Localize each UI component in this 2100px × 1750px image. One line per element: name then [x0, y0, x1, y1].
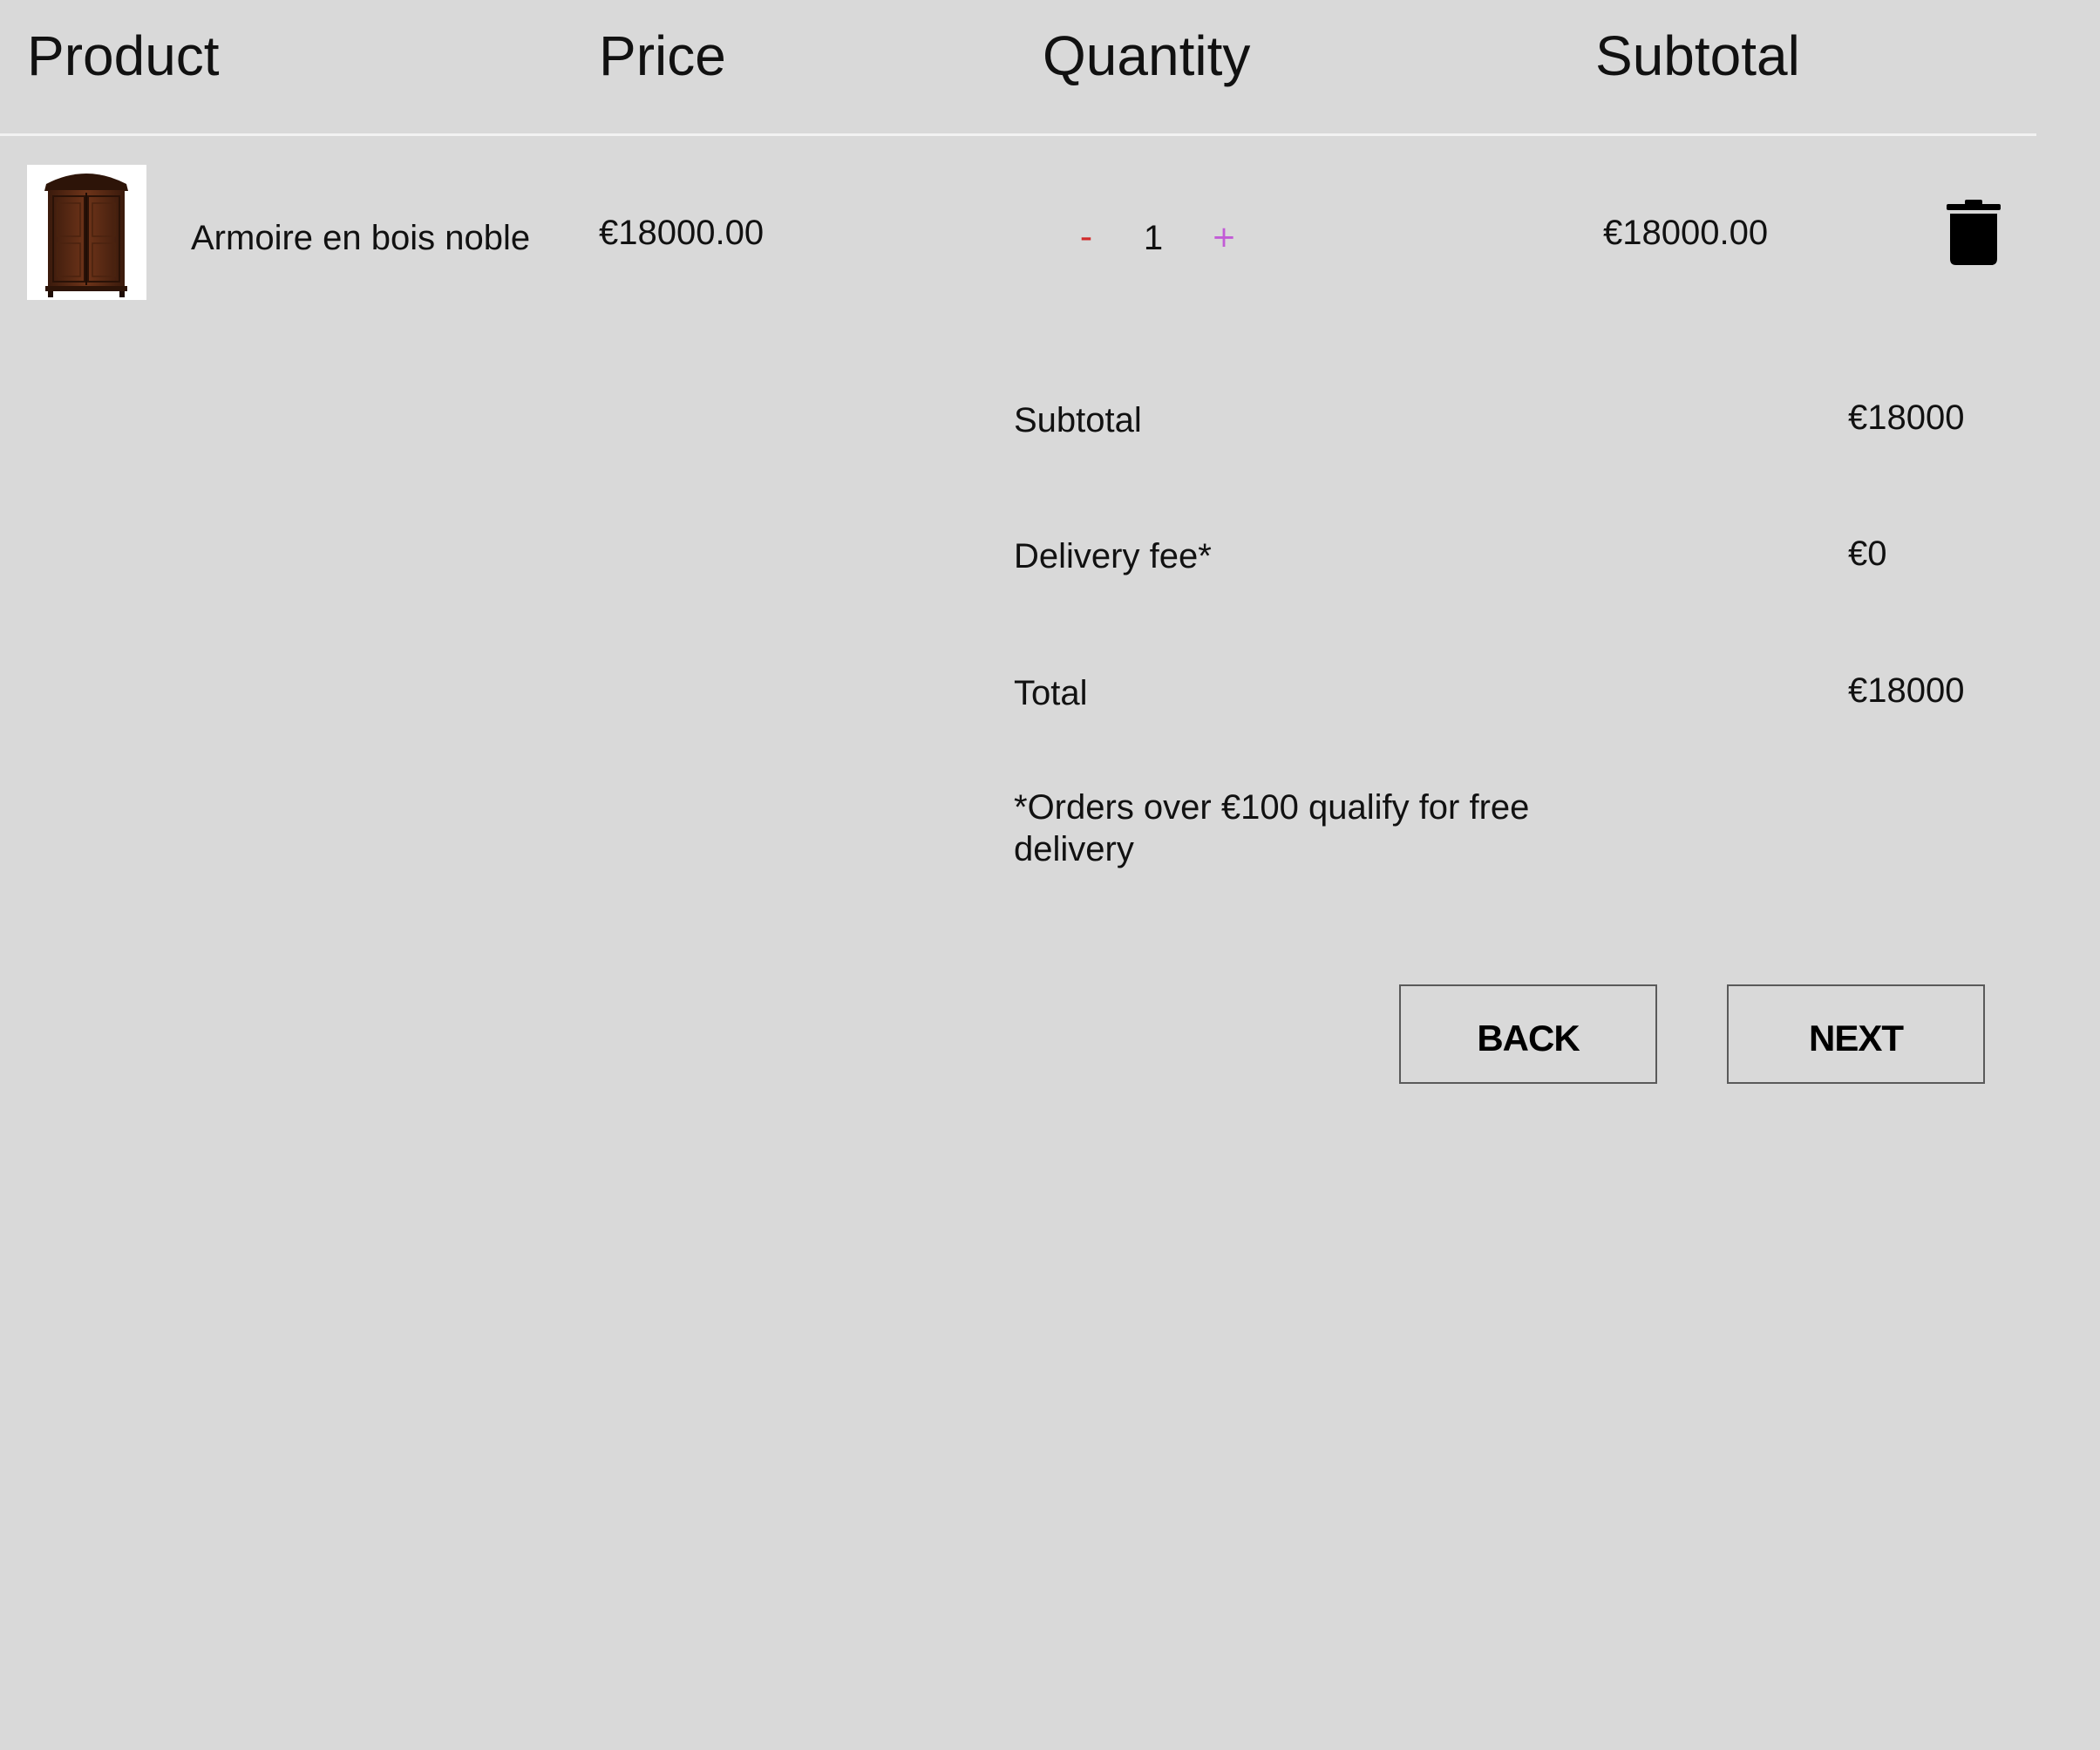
next-button[interactable]: NEXT [1727, 984, 1985, 1084]
decrement-quantity-button[interactable]: - [1065, 211, 1107, 263]
summary-delivery-value: €0 [1848, 535, 1887, 573]
summary-subtotal-value: €18000 [1848, 398, 1965, 437]
increment-quantity-button[interactable]: + [1203, 211, 1245, 263]
cart-page: Product Price Quantity Subtotal Armoire … [0, 0, 2100, 1750]
trash-icon [1947, 200, 2001, 265]
row-subtotal: €18000.00 [1603, 214, 1769, 252]
wooden-armoire-image[interactable] [27, 165, 146, 300]
cart-table-header: Product Price Quantity Subtotal [0, 0, 2036, 136]
summary-total-label: Total [1014, 674, 1088, 712]
summary-total-value: €18000 [1848, 671, 1965, 710]
summary-subtotal-label: Subtotal [1014, 401, 1142, 439]
product-price: €18000.00 [599, 214, 765, 252]
cart-row: Armoire en bois noble €18000.00 - 1 + €1… [0, 136, 2036, 328]
column-header-subtotal: Subtotal [1595, 24, 1800, 87]
product-name[interactable]: Armoire en bois noble [191, 216, 530, 260]
column-header-product: Product [27, 24, 220, 87]
remove-item-button[interactable] [1946, 200, 2001, 266]
back-button[interactable]: BACK [1399, 984, 1657, 1084]
quantity-value: 1 [1143, 219, 1164, 257]
column-header-quantity: Quantity [1043, 24, 1251, 87]
free-delivery-note: *Orders over €100 qualify for free deliv… [1014, 788, 1530, 868]
summary-delivery-label: Delivery fee* [1014, 537, 1212, 575]
column-header-price: Price [599, 24, 726, 87]
armoire-illustration [44, 174, 128, 297]
